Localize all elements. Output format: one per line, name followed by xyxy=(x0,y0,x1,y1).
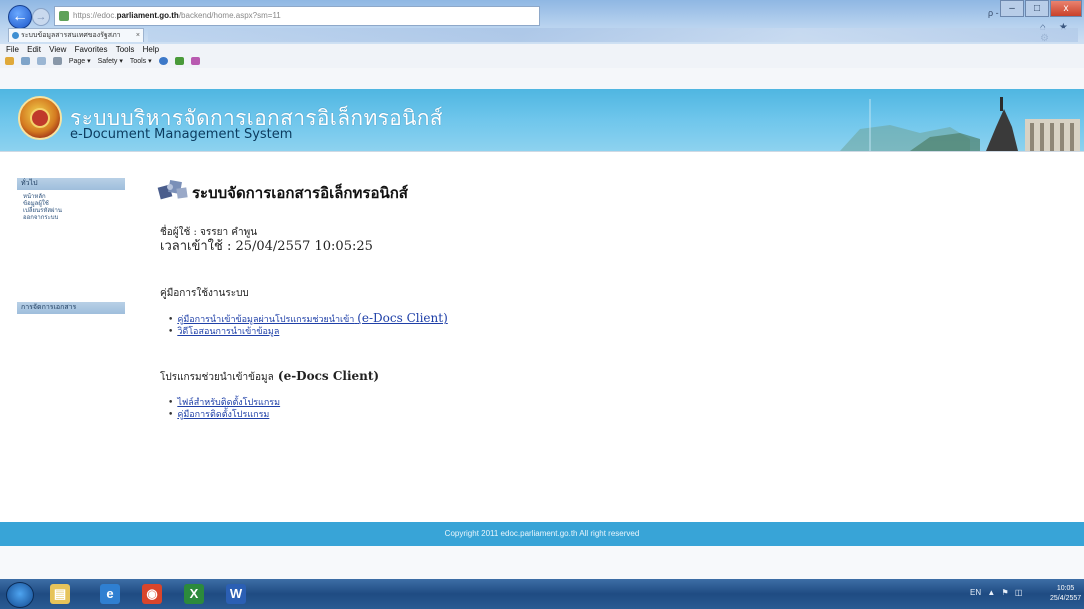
parliament-logo xyxy=(18,96,62,140)
tab-title: ระบบข้อมูลสารสนเทศของรัฐสภา xyxy=(21,32,121,39)
menu-file[interactable]: File xyxy=(6,45,19,54)
login-time: เวลาเข้าใช้ : 25/04/2557 10:05:25 xyxy=(160,239,373,254)
sidebar-item-change-password[interactable]: เปลี่ยนรหัสผ่าน xyxy=(23,208,62,215)
menu-edit[interactable]: Edit xyxy=(27,45,41,54)
forward-button[interactable]: → xyxy=(32,8,50,26)
import-manual-link[interactable]: คู่มือการนำเข้าข้อมูลผ่านโปรแกรมช่วยนำเข… xyxy=(177,312,447,325)
system-tray[interactable]: EN ▲ ⚑ ◫ xyxy=(970,588,1022,597)
minimize-button[interactable]: – xyxy=(1000,0,1024,17)
tab-strip-background xyxy=(148,28,1078,42)
client-links: ไฟล์สำหรับติดตั้งโปรแกรม คู่มือการติดตั้… xyxy=(168,397,280,421)
manual-links: คู่มือการนำเข้าข้อมูลผ่านโปรแกรมช่วยนำเข… xyxy=(168,312,448,338)
home-icon[interactable] xyxy=(5,57,14,66)
addon-icon[interactable] xyxy=(174,57,184,66)
sidebar-item-logout[interactable]: ออกจากระบบ xyxy=(23,215,62,222)
install-manual-link[interactable]: คู่มือการติดตั้งโปรแกรม xyxy=(177,410,269,420)
site-title-english: e-Document Management System xyxy=(70,127,293,142)
taskbar-ie-icon[interactable]: e xyxy=(100,584,120,604)
maximize-button[interactable]: □ xyxy=(1025,0,1049,17)
feeds-icon[interactable] xyxy=(20,57,30,66)
tab-close-icon[interactable]: × xyxy=(136,29,140,42)
windows-taskbar: ▤ e ◉ X W EN ▲ ⚑ ◫ 10:05 25/4/2557 xyxy=(0,579,1084,609)
menu-help[interactable]: Help xyxy=(143,45,159,54)
puzzle-icon xyxy=(157,180,188,200)
taskbar-explorer-icon[interactable]: ▤ xyxy=(50,584,70,604)
browser-tab-active[interactable]: ระบบข้อมูลสารสนเทศของรัฐสภา × xyxy=(8,28,144,42)
parliament-building-artwork xyxy=(840,97,1080,151)
installer-file-link[interactable]: ไฟล์สำหรับติดตั้งโปรแกรม xyxy=(177,398,280,408)
start-button[interactable] xyxy=(6,582,34,608)
taskbar-word-icon[interactable]: W xyxy=(226,584,246,604)
user-info: ชื่อผู้ใช้ : จรรยา คำพูน เวลาเข้าใช้ : 2… xyxy=(160,226,373,254)
address-bar[interactable]: https://edoc.parliament.go.th/backend/ho… xyxy=(54,6,540,26)
url-prefix: https://edoc. xyxy=(73,11,117,20)
tab-favicon-icon xyxy=(12,32,19,39)
menu-bar: File Edit View Favorites Tools Help xyxy=(0,44,1084,56)
url-path: /backend/home.aspx?sm=11 xyxy=(178,11,281,20)
sidebar-general-header: ทั่วไป xyxy=(17,178,125,190)
import-manual-label: คู่มือการนำเข้าข้อมูลผ่านโปรแกรมช่วยนำเข… xyxy=(177,315,355,325)
taskbar-clock[interactable]: 10:05 25/4/2557 xyxy=(1050,584,1081,604)
list-item: คู่มือการนำเข้าข้อมูลผ่านโปรแกรมช่วยนำเข… xyxy=(168,312,447,326)
sidebar-item-user-info[interactable]: ข้อมูลผู้ใช้ xyxy=(23,201,62,208)
content-frame xyxy=(0,151,1084,523)
back-button[interactable]: ← xyxy=(8,5,32,29)
safety-menu[interactable]: Safety ▾ xyxy=(98,58,123,65)
logo-emblem xyxy=(30,108,50,128)
window-controls: – □ x xyxy=(999,0,1082,17)
manual-section-title: คู่มือการใช้งานระบบ xyxy=(160,288,249,299)
sidebar-links: หน้าหลัก ข้อมูลผู้ใช้ เปลี่ยนรหัสผ่าน ออ… xyxy=(23,194,62,222)
sidebar-document-header[interactable]: การจัดการเอกสาร xyxy=(17,302,125,314)
sidebar-item-home[interactable]: หน้าหลัก xyxy=(23,194,62,201)
taskbar-chrome-icon[interactable]: ◉ xyxy=(142,584,162,604)
list-item: คู่มือการติดตั้งโปรแกรม xyxy=(168,409,280,421)
page-top-spacer xyxy=(0,68,1084,89)
list-item: วิดีโอสอนการนำเข้าข้อมูล xyxy=(168,326,448,338)
footer-copyright: Copyright 2011 edoc.parliament.go.th All… xyxy=(0,522,1084,546)
print-icon[interactable] xyxy=(52,57,62,66)
close-window-button[interactable]: x xyxy=(1050,0,1082,17)
client-title-thai: โปรแกรมช่วยนำเข้าข้อมูล xyxy=(160,372,274,383)
site-favicon-icon xyxy=(59,10,69,21)
url-domain: parliament.go.th xyxy=(116,11,179,20)
clock-time: 10:05 xyxy=(1056,585,1075,592)
page-menu[interactable]: Page ▾ xyxy=(69,58,91,65)
help-icon[interactable] xyxy=(158,57,168,66)
clock-date: 25/4/2557 xyxy=(1050,595,1082,602)
client-section-title: โปรแกรมช่วยนำเข้าข้อมูล (e-Docs Client) xyxy=(160,369,379,385)
site-header-banner: ระบบบริหารจัดการเอกสารอิเล็กทรอนิกส์ e-D… xyxy=(0,89,1084,151)
browser-status-area xyxy=(0,546,1084,579)
page-title: ระบบจัดการเอกสารอิเล็กทรอนิกส์ xyxy=(192,184,408,202)
onenote-icon[interactable] xyxy=(190,57,200,66)
list-item: ไฟล์สำหรับติดตั้งโปรแกรม xyxy=(168,397,280,409)
menu-favorites[interactable]: Favorites xyxy=(75,45,108,54)
client-title-english: (e-Docs Client) xyxy=(277,369,380,383)
read-mail-icon[interactable] xyxy=(36,57,46,66)
import-manual-suffix: (e-Docs Client) xyxy=(357,311,448,325)
tutorial-video-link[interactable]: วิดีโอสอนการนำเข้าข้อมูล xyxy=(177,327,279,337)
menu-view[interactable]: View xyxy=(49,45,66,54)
taskbar-excel-icon[interactable]: X xyxy=(184,584,204,604)
tools-menu[interactable]: Tools ▾ xyxy=(130,58,152,65)
menu-tools[interactable]: Tools xyxy=(116,45,135,54)
user-name: ชื่อผู้ใช้ : จรรยา คำพูน xyxy=(160,227,258,238)
